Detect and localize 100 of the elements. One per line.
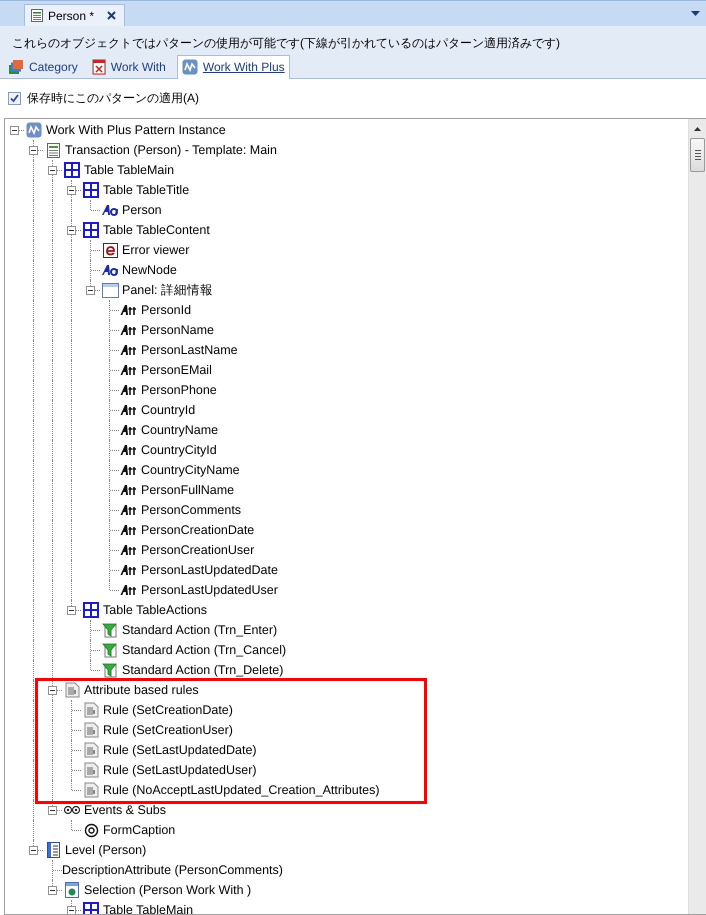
attribute-icon bbox=[120, 424, 138, 436]
attribute-icon bbox=[120, 404, 138, 416]
collapse-toggle[interactable] bbox=[10, 126, 19, 135]
events-icon bbox=[63, 805, 81, 815]
tree-item[interactable]: Events & Subs bbox=[84, 803, 166, 817]
tree-item[interactable]: Standard Action (Trn_Cancel) bbox=[122, 643, 286, 657]
tree-item[interactable]: Table TableMain bbox=[103, 903, 194, 914]
wave-icon bbox=[26, 122, 42, 138]
tree-item[interactable]: Rule (NoAcceptLastUpdated_Creation_Attributes) bbox=[103, 783, 380, 797]
grid-icon bbox=[83, 902, 99, 914]
panel-icon bbox=[102, 282, 118, 298]
tree-item[interactable]: Standard Action (Trn_Delete) bbox=[122, 663, 284, 677]
apply-checkbox[interactable] bbox=[8, 92, 21, 105]
tree-item[interactable]: Panel: 詳細情報 bbox=[122, 282, 213, 298]
rule-document-icon bbox=[64, 682, 80, 698]
collapse-toggle[interactable] bbox=[48, 166, 57, 175]
tree-item[interactable]: PersonLastUpdatedDate bbox=[141, 563, 278, 577]
tree-item[interactable]: PersonPhone bbox=[141, 383, 217, 397]
funnel-icon bbox=[102, 622, 118, 638]
rule-document-icon bbox=[84, 702, 98, 718]
grid-icon bbox=[83, 222, 99, 238]
collapse-toggle[interactable] bbox=[67, 186, 76, 195]
attribute-icon bbox=[120, 464, 138, 476]
collapse-toggle[interactable] bbox=[67, 226, 76, 235]
tree-item[interactable]: FormCaption bbox=[103, 823, 176, 837]
tree-item[interactable]: Table TableMain bbox=[84, 163, 174, 177]
dropdown-arrow-icon[interactable] bbox=[691, 11, 700, 16]
pattern-tab[interactable]: Work With Plus bbox=[176, 55, 290, 79]
tree-item[interactable]: Transaction (Person) - Template: Main bbox=[65, 143, 277, 157]
stacked-books-icon bbox=[8, 59, 24, 75]
at-sign-icon bbox=[84, 822, 98, 838]
pattern-tab[interactable]: Category bbox=[5, 55, 83, 79]
window-globe-icon bbox=[65, 882, 79, 898]
attribute-icon bbox=[120, 524, 138, 536]
tree-item[interactable]: PersonCreationDate bbox=[141, 523, 254, 537]
tree-item[interactable]: CountryCityName bbox=[141, 463, 240, 477]
collapse-toggle[interactable] bbox=[29, 846, 38, 855]
collapse-toggle[interactable] bbox=[48, 886, 57, 895]
collapse-toggle[interactable] bbox=[48, 806, 57, 815]
attribute-icon bbox=[120, 584, 138, 596]
info-text: これらのオブジェクトではパターンの使用が可能です(下線が引かれているのはパターン適用済みです) bbox=[11, 35, 561, 52]
tree-item[interactable]: Work With Plus Pattern Instance bbox=[46, 123, 226, 137]
attribute-icon bbox=[120, 364, 138, 376]
tree-item[interactable]: Rule (SetCreationDate) bbox=[103, 703, 233, 717]
tree-item[interactable]: Rule (SetLastUpdatedUser) bbox=[103, 763, 257, 777]
tree-item[interactable]: Attribute based rules bbox=[84, 683, 199, 697]
tree-item[interactable]: Error viewer bbox=[122, 243, 190, 257]
attribute-icon bbox=[120, 484, 138, 496]
tree-item[interactable]: Standard Action (Trn_Enter) bbox=[122, 623, 278, 637]
tree-item[interactable]: PersonCreationUser bbox=[141, 543, 254, 557]
tree-item[interactable]: CountryId bbox=[141, 403, 196, 417]
document-icon bbox=[46, 142, 60, 158]
error-icon bbox=[102, 242, 118, 258]
collapse-toggle[interactable] bbox=[67, 606, 76, 615]
tree-item[interactable]: PersonName bbox=[141, 323, 214, 337]
scroll-up-arrow-icon[interactable] bbox=[694, 127, 701, 131]
tree-item[interactable]: PersonEMail bbox=[141, 363, 212, 377]
tree-item[interactable]: PersonFullName bbox=[141, 483, 234, 497]
tree-item[interactable]: PersonLastUpdatedUser bbox=[141, 583, 278, 597]
tree-item[interactable]: Table TableTitle bbox=[103, 183, 190, 197]
tree-item[interactable]: Rule (SetCreationUser) bbox=[103, 723, 233, 737]
funnel-icon bbox=[102, 642, 118, 658]
attribute-icon bbox=[120, 544, 138, 556]
tree-item[interactable]: DescriptionAttribute (PersonComments) bbox=[62, 863, 283, 877]
document-tab[interactable]: Person * bbox=[24, 4, 126, 26]
rule-document-icon bbox=[84, 742, 98, 758]
attribute-icon bbox=[120, 304, 138, 316]
tree-item[interactable]: NewNode bbox=[122, 263, 177, 277]
tree-item[interactable]: Table TableContent bbox=[103, 223, 210, 237]
wave-icon bbox=[182, 59, 198, 75]
tree-item[interactable]: PersonLastName bbox=[141, 343, 238, 357]
close-icon[interactable] bbox=[107, 11, 116, 20]
tree-item[interactable]: Rule (SetLastUpdatedDate) bbox=[103, 743, 257, 757]
collapse-toggle[interactable] bbox=[48, 686, 57, 695]
tree-item[interactable]: PersonComments bbox=[141, 503, 242, 517]
tree-item[interactable]: CountryCityId bbox=[141, 443, 217, 457]
scrollbar[interactable] bbox=[688, 119, 706, 914]
collapse-toggle[interactable] bbox=[29, 146, 38, 155]
grid-icon bbox=[83, 602, 99, 618]
form-icon bbox=[92, 59, 106, 75]
attribute-icon bbox=[120, 344, 138, 356]
tree-item[interactable]: PersonId bbox=[141, 303, 192, 317]
tree-item[interactable]: Table TableActions bbox=[103, 603, 208, 617]
collapse-toggle[interactable] bbox=[67, 906, 76, 914]
attribute-icon bbox=[120, 324, 138, 336]
grid-icon bbox=[83, 182, 99, 198]
attribute-icon bbox=[120, 444, 138, 456]
text-style-icon bbox=[101, 264, 119, 276]
tree-item[interactable]: CountryName bbox=[141, 423, 218, 437]
collapse-toggle[interactable] bbox=[86, 286, 95, 295]
rule-document-icon bbox=[84, 762, 98, 778]
attribute-icon bbox=[120, 504, 138, 516]
attribute-icon bbox=[120, 384, 138, 396]
funnel-icon bbox=[102, 662, 118, 678]
checkbox-label: 保存時にこのパターンの適用(A) bbox=[27, 90, 199, 107]
tree-item[interactable]: Person bbox=[122, 203, 162, 217]
list-document-icon bbox=[46, 842, 60, 858]
tree-item[interactable]: Selection (Person Work With ) bbox=[84, 883, 252, 897]
tree-item[interactable]: Level (Person) bbox=[65, 843, 146, 857]
pattern-tab[interactable]: Work With bbox=[88, 55, 171, 79]
